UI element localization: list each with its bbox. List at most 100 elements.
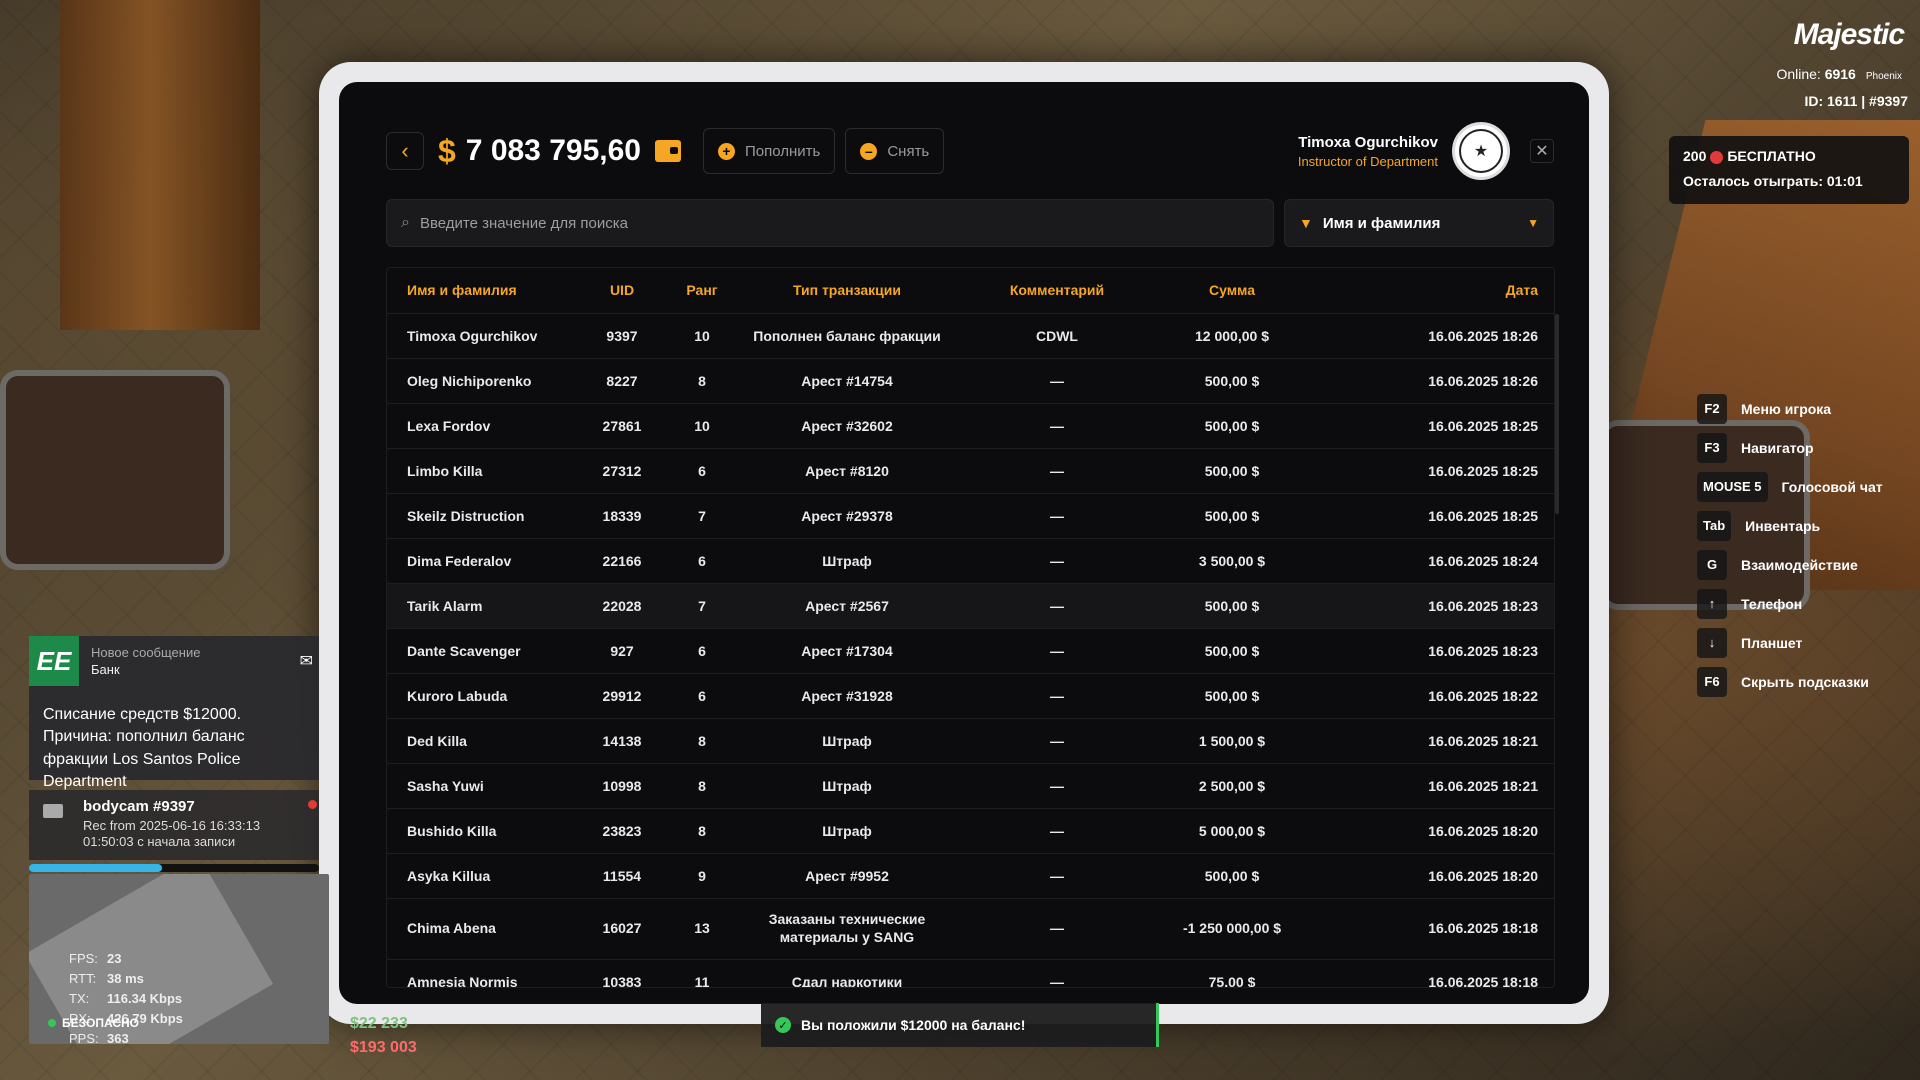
hint-label: Взаимодействие — [1741, 556, 1858, 573]
table-cell: Арест #31928 — [737, 673, 957, 719]
table-row[interactable]: Kuroro Labuda 29912 6 Арест #31928—500,00 $… — [387, 673, 1554, 719]
search-icon: ⌕ — [401, 214, 410, 231]
stream-progress-bar — [29, 864, 319, 872]
bank-logo: EE — [29, 636, 79, 686]
table-header: Имя и фамилия UID Ранг Тип транзакции Ко… — [387, 268, 1554, 314]
table-row[interactable]: Skeilz Distruction 18339 7 Арест #29378—500… — [387, 493, 1554, 539]
table-cell: 29912 — [577, 673, 667, 719]
table-cell: 16.06.2025 18:26 — [1307, 313, 1554, 359]
column-header[interactable]: UID — [577, 268, 667, 314]
table-row[interactable]: Tarik Alarm 22028 7 Арест #2567—500,00 $16.… — [387, 583, 1554, 629]
table-cell: 500,00 $ — [1157, 853, 1307, 899]
table-cell: Штраф — [737, 718, 957, 764]
table-cell: 75,00 $ — [1157, 959, 1307, 987]
table-cell: 27312 — [577, 448, 667, 494]
table-cell: 16.06.2025 18:24 — [1307, 538, 1554, 584]
background-chair — [0, 370, 230, 570]
withdraw-button[interactable]: – Снять — [845, 128, 945, 174]
bank-header: ‹ $ 7 083 795,60 + Пополнить – Снять Tim… — [386, 122, 1554, 180]
filter-dropdown[interactable]: ▼ Имя и фамилия ▼ — [1284, 199, 1554, 247]
hint-label: Скрыть подсказки — [1741, 673, 1869, 690]
table-cell: 10383 — [577, 959, 667, 987]
background-wall-left — [60, 0, 260, 330]
table-row[interactable]: Limbo Killa 27312 6 Арест #8120—500,00 $16.… — [387, 448, 1554, 494]
hint-label: Инвентарь — [1745, 517, 1821, 534]
column-header[interactable]: Тип транзакции — [737, 268, 957, 314]
table-cell: 2 500,00 $ — [1157, 763, 1307, 809]
table-row[interactable]: Timoxa Ogurchikov 9397 10 Пополнен баланс ф… — [387, 313, 1554, 359]
table-cell: 500,00 $ — [1157, 583, 1307, 629]
table-cell: — — [957, 493, 1157, 539]
table-row[interactable]: Ded Killa 14138 8 Штраф —1 500,00 $16.06.202… — [387, 718, 1554, 764]
hint-label: Меню игрока — [1741, 400, 1832, 417]
deposit-button[interactable]: + Пополнить — [702, 128, 836, 174]
table-cell: Штраф — [737, 538, 957, 584]
table-cell: 8 — [667, 718, 737, 764]
table-cell: 6 — [667, 448, 737, 494]
table-cell: 10 — [667, 313, 737, 359]
column-header[interactable]: Ранг — [667, 268, 737, 314]
table-cell: Сдал наркотики — [737, 959, 957, 987]
coin-icon — [1710, 150, 1724, 164]
search-input[interactable] — [419, 214, 1259, 232]
table-cell: 8 — [667, 358, 737, 404]
table-row[interactable]: Chima Abena 16027 13 Заказаны технические м… — [387, 898, 1554, 960]
table-cell: 6 — [667, 538, 737, 584]
success-toast: ✓ Вы положили $12000 на баланс! — [761, 1003, 1159, 1047]
table-cell: Chima Abena — [387, 898, 577, 960]
key-cap: Tab — [1697, 510, 1732, 541]
table-cell: Asyka Killua — [387, 853, 577, 899]
table-cell: Ded Killa — [387, 718, 577, 764]
table-cell: 8 — [667, 808, 737, 854]
table-row[interactable]: Bushido Killa 23823 8 Штраф —5 000,00 $16.06… — [387, 808, 1554, 854]
column-header[interactable]: Дата — [1307, 268, 1554, 314]
funnel-icon: ▼ — [1299, 215, 1313, 231]
table-cell: — — [957, 898, 1157, 960]
table-scrollbar[interactable] — [1555, 314, 1559, 514]
player-money: $22 233 $193 003 — [350, 1015, 417, 1057]
cash-amount: $22 233 — [350, 1015, 408, 1032]
table-cell: CDWL — [957, 313, 1157, 359]
table-cell: 18339 — [577, 493, 667, 539]
table-row[interactable]: Lexa Fordov 27861 10 Арест #32602—500,00 $1… — [387, 403, 1554, 449]
table-row[interactable]: Oleg Nichiporenko 8227 8 Арест #14754—500,0… — [387, 358, 1554, 404]
safe-zone-indicator: БЕЗОПАСНО — [48, 1016, 139, 1030]
table-cell: 23823 — [577, 808, 667, 854]
key-hint: ↑ Телефон — [1697, 584, 1883, 623]
table-cell: 14138 — [577, 718, 667, 764]
table-cell: -1 250 000,00 $ — [1157, 898, 1307, 960]
table-cell: 10 — [667, 403, 737, 449]
close-button[interactable]: ✕ — [1530, 139, 1554, 163]
table-row[interactable]: Dima Federalov 22166 6 Штраф —3 500,00 $16.0… — [387, 538, 1554, 584]
table-cell: 12 000,00 $ — [1157, 313, 1307, 359]
table-cell: Арест #9952 — [737, 853, 957, 899]
recording-indicator — [308, 800, 317, 809]
profile: Timoxa Ogurchikov Instructor of Departme… — [1298, 122, 1554, 180]
table-row[interactable]: Amnesia Normis 10383 11 Сдал наркотики —75,0… — [387, 959, 1554, 987]
profile-name: Timoxa Ogurchikov — [1298, 133, 1438, 151]
table-row[interactable]: Dante Scavenger 927 6 Арест #17304—500,00 $… — [387, 628, 1554, 674]
bank-notification: EE Новое сообщение Банк ✉ Списание средс… — [29, 636, 319, 790]
table-cell: 9 — [667, 853, 737, 899]
bank-amount: $193 003 — [350, 1039, 417, 1056]
table-row[interactable]: Asyka Killua 11554 9 Арест #9952—500,00 $16… — [387, 853, 1554, 899]
key-hint: ↓ Планшет — [1697, 623, 1883, 662]
back-button[interactable]: ‹ — [386, 132, 424, 170]
table-cell: 16.06.2025 18:18 — [1307, 959, 1554, 987]
table-cell: — — [957, 763, 1157, 809]
table-cell: 10998 — [577, 763, 667, 809]
table-cell: 500,00 $ — [1157, 628, 1307, 674]
table-cell: 9397 — [577, 313, 667, 359]
key-hint: G Взаимодействие — [1697, 545, 1883, 584]
table-row[interactable]: Sasha Yuwi 10998 8 Штраф —2 500,00 $16.06.20… — [387, 763, 1554, 809]
table-cell: 500,00 $ — [1157, 358, 1307, 404]
table-cell: 500,00 $ — [1157, 448, 1307, 494]
table-cell: 16027 — [577, 898, 667, 960]
column-header[interactable]: Комментарий — [957, 268, 1157, 314]
column-header[interactable]: Сумма — [1157, 268, 1307, 314]
table-cell: Dante Scavenger — [387, 628, 577, 674]
column-header[interactable]: Имя и фамилия — [387, 268, 577, 314]
table-cell: Bushido Killa — [387, 808, 577, 854]
table-cell: Пополнен баланс фракции — [737, 313, 957, 359]
table-cell: 6 — [667, 628, 737, 674]
